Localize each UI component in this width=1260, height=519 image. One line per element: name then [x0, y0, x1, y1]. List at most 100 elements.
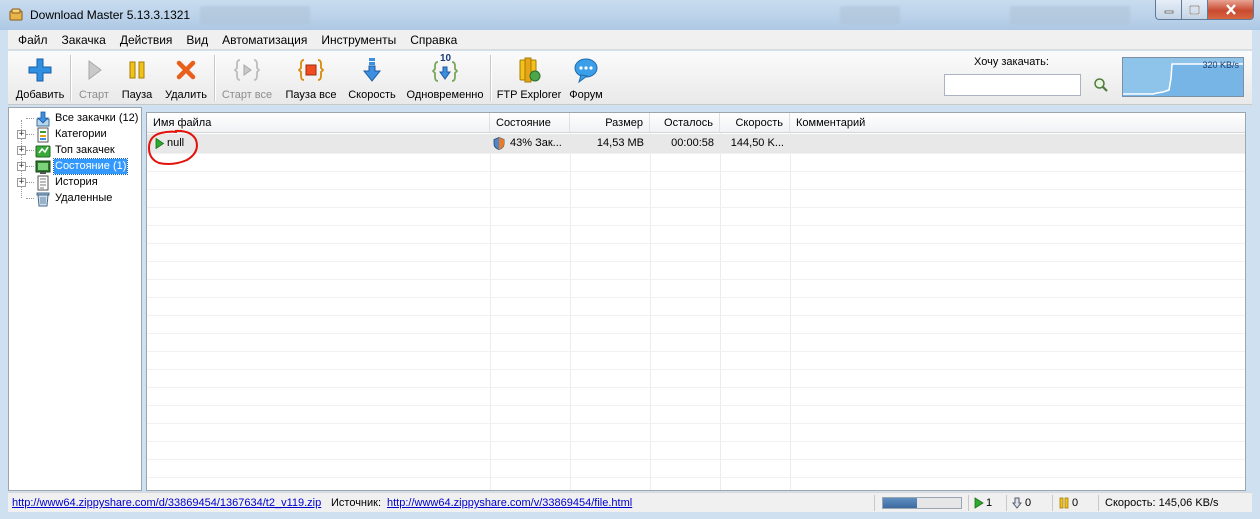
tree-connector — [26, 134, 34, 135]
app-icon — [9, 8, 23, 21]
pause-all-button[interactable]: Пауза все — [282, 54, 340, 102]
menu-download[interactable]: Закачка — [55, 30, 113, 50]
tree-item-categories[interactable]: + Категории — [13, 127, 141, 143]
grid-line — [490, 133, 491, 490]
tree-item-top-downloads[interactable]: + Топ закачек — [13, 143, 141, 159]
tree-connector — [26, 198, 34, 199]
tree-connector — [26, 118, 34, 119]
table-row[interactable]: null 43% Зак... 14,53 MB 00:00:58 144,50… — [147, 134, 1245, 153]
cell-status: 43% Зак... — [510, 137, 562, 149]
tree-connector — [26, 150, 34, 151]
chat-bubble-icon — [574, 58, 598, 84]
status-bar: http://www64.zippyshare.com/d/33869454/1… — [8, 492, 1252, 512]
paused-downloads-count: 0 — [1072, 497, 1079, 509]
tree-item-deleted[interactable]: Удаленные — [13, 191, 141, 207]
grid-line — [147, 351, 1245, 352]
status-progress-bar — [882, 497, 962, 509]
tree-item-history[interactable]: + История — [13, 175, 141, 191]
grid-line — [790, 133, 791, 490]
grid-line — [147, 171, 1245, 172]
window-frame — [0, 512, 1260, 519]
grid-line — [570, 133, 571, 490]
tree-item-status[interactable]: + Состояние (1) — [13, 158, 141, 175]
title-bar: Download Master 5.13.3.1321 — [0, 0, 1260, 30]
download-list: Имя файла Состояние Размер Осталось Скор… — [146, 112, 1246, 491]
cell-speed: 144,50 K... — [730, 137, 784, 149]
expand-toggle[interactable]: + — [17, 130, 26, 139]
menu-file[interactable]: Файл — [11, 30, 55, 50]
tree-item-all-downloads[interactable]: Все закачки (12) — [13, 111, 141, 127]
menu-view[interactable]: Вид — [179, 30, 215, 50]
ftp-explorer-button[interactable]: FTP Explorer — [496, 54, 562, 102]
ftp-folder-icon — [519, 57, 541, 83]
grid-line — [147, 459, 1245, 460]
column-header-remaining[interactable]: Осталось — [650, 113, 720, 133]
menu-actions[interactable]: Действия — [113, 30, 180, 50]
speed-graph-max: 320 KB/s — [1202, 60, 1239, 70]
status-download-url[interactable]: http://www64.zippyshare.com/d/33869454/1… — [12, 494, 321, 512]
menu-bar: Файл Закачка Действия Вид Автоматизация … — [8, 30, 1252, 50]
paused-downloads-icon — [1059, 497, 1069, 509]
add-button[interactable]: Добавить — [11, 54, 69, 102]
expand-toggle[interactable]: + — [17, 146, 26, 155]
grid-line — [147, 477, 1245, 478]
status-progress-fill — [883, 498, 917, 508]
categories-icon — [37, 127, 49, 143]
delete-button[interactable]: Удалить — [160, 54, 212, 102]
grid-line — [147, 279, 1245, 280]
column-header-speed[interactable]: Скорость — [720, 113, 790, 133]
start-all-button[interactable]: Старт все — [218, 54, 276, 102]
pause-button[interactable]: Пауза — [116, 54, 158, 102]
grid-line — [720, 133, 721, 490]
grid-line — [147, 189, 1245, 190]
want-download-input[interactable] — [944, 74, 1081, 96]
delete-x-icon — [176, 60, 196, 80]
toolbar-separator — [214, 55, 216, 101]
forum-button[interactable]: Форум — [566, 54, 606, 102]
minimize-button[interactable] — [1155, 0, 1182, 20]
grid-line — [147, 333, 1245, 334]
column-header-comment[interactable]: Комментарий — [790, 113, 1245, 133]
speed-button[interactable]: Скорость — [345, 54, 399, 102]
grid-line — [147, 441, 1245, 442]
close-icon — [1225, 4, 1236, 15]
want-download-label: Хочу закачать: — [974, 56, 1049, 68]
column-header-size[interactable]: Размер — [570, 113, 650, 133]
minimize-icon — [1164, 10, 1173, 13]
menu-automation[interactable]: Автоматизация — [215, 30, 314, 50]
list-header: Имя файла Состояние Размер Осталось Скор… — [147, 113, 1245, 133]
grid-line — [147, 153, 1245, 154]
cell-remaining: 00:00:58 — [671, 137, 714, 149]
status-divider — [1052, 495, 1053, 511]
status-source-url[interactable]: http://www64.zippyshare.com/v/33869454/f… — [387, 494, 632, 512]
maximize-button[interactable] — [1182, 0, 1208, 20]
status-source-label: Источник: — [331, 497, 382, 509]
column-header-filename[interactable]: Имя файла — [147, 113, 490, 133]
search-icon[interactable] — [1093, 77, 1109, 93]
grid-line — [147, 405, 1245, 406]
simultaneous-button[interactable]: 10 Одновременно — [404, 53, 486, 102]
expand-toggle[interactable]: + — [17, 178, 26, 187]
cell-comment — [790, 134, 1240, 153]
cell-size: 14,53 MB — [596, 137, 644, 149]
grid-line — [147, 423, 1245, 424]
active-downloads-icon — [974, 497, 984, 509]
trash-icon — [36, 192, 50, 207]
menu-help[interactable]: Справка — [403, 30, 464, 50]
start-button[interactable]: Старт — [74, 54, 114, 102]
tree-connector — [26, 166, 34, 167]
category-tree: Все закачки (12) + Категории + Топ закач… — [8, 107, 142, 491]
toolbar: Добавить Старт Пауза Удалить Старт все П… — [8, 51, 1252, 105]
cell-filename: null — [167, 137, 185, 149]
grid-line — [147, 207, 1245, 208]
close-button[interactable] — [1208, 0, 1254, 20]
grid-line — [147, 369, 1245, 370]
window-title: Download Master 5.13.3.1321 — [30, 8, 191, 22]
speed-arrow-icon — [362, 58, 382, 82]
menu-tools[interactable]: Инструменты — [314, 30, 403, 50]
column-header-status[interactable]: Состояние — [490, 113, 570, 133]
downloads-icon — [36, 111, 50, 127]
expand-toggle[interactable]: + — [17, 162, 26, 171]
blurred-background — [200, 6, 310, 24]
start-all-icon — [234, 59, 260, 81]
